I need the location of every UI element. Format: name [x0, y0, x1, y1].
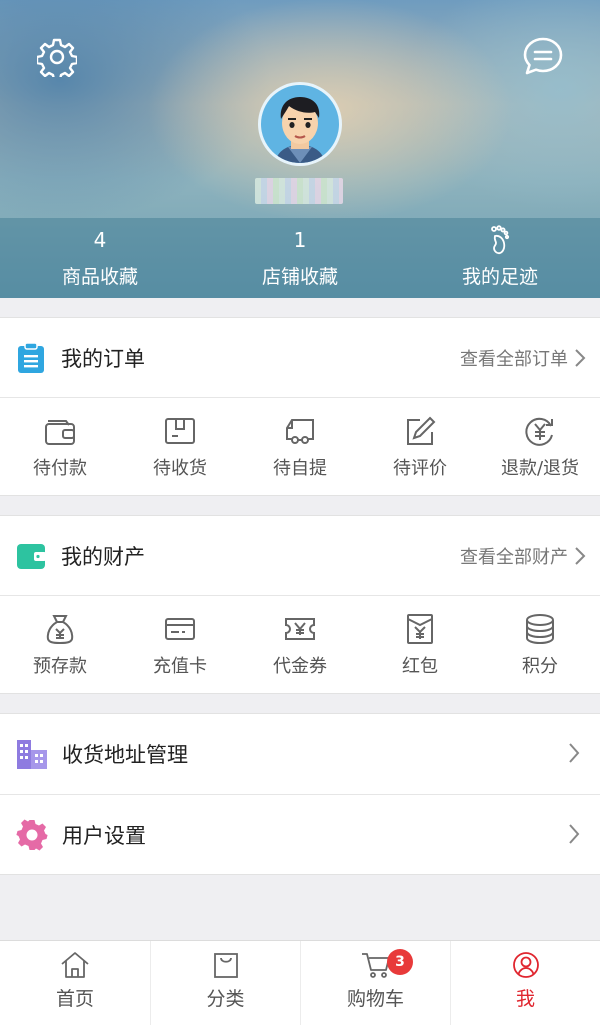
- asset-prepaid[interactable]: 预存款: [0, 596, 120, 694]
- order-item-label: 待付款: [33, 458, 87, 479]
- bag-icon: [211, 950, 241, 980]
- orders-header[interactable]: 我的订单 查看全部订单: [0, 318, 600, 398]
- chevron-right-icon: [575, 349, 586, 367]
- assets-title: 我的财产: [61, 544, 145, 569]
- tab-me-label: 我: [515, 988, 535, 1010]
- chevron-right-icon: [575, 547, 586, 565]
- user-settings-label: 用户设置: [62, 824, 146, 848]
- asset-item-label: 充值卡: [153, 656, 207, 677]
- assets-section: 我的财产 查看全部财产 预存款 充值卡 代金券 红包 积分: [0, 515, 600, 694]
- chevron-right-icon: [569, 824, 580, 844]
- order-pending-receipt[interactable]: 待收货: [120, 398, 240, 496]
- stat-shop-favorites[interactable]: 1 店铺收藏: [200, 226, 400, 289]
- red-envelope-icon: [403, 612, 437, 646]
- asset-points[interactable]: 积分: [480, 596, 600, 694]
- tab-home-label: 首页: [55, 988, 94, 1010]
- asset-item-label: 红包: [402, 656, 438, 677]
- package-icon: [163, 414, 197, 448]
- assets-header[interactable]: 我的财产 查看全部财产: [0, 516, 600, 596]
- home-icon: [60, 950, 90, 980]
- address-management-label: 收货地址管理: [62, 743, 188, 767]
- asset-item-label: 代金券: [273, 656, 327, 677]
- wallet-icon: [43, 414, 77, 448]
- order-item-label: 待评价: [393, 458, 447, 479]
- order-pending-payment[interactable]: 待付款: [0, 398, 120, 496]
- assets-grid: 预存款 充值卡 代金券 红包 积分: [0, 596, 600, 694]
- asset-red-envelope[interactable]: 红包: [360, 596, 480, 694]
- edit-icon: [403, 414, 437, 448]
- refund-icon: [523, 414, 557, 448]
- stat-goods-favorites[interactable]: 4 商品收藏: [0, 226, 200, 289]
- tab-category-label: 分类: [206, 988, 245, 1010]
- goods-favorites-count: 4: [93, 228, 107, 252]
- links-section: 收货地址管理 用户设置: [0, 713, 600, 875]
- view-all-orders-label: 查看全部订单: [460, 349, 568, 370]
- wallet-icon: [16, 541, 46, 571]
- tab-category[interactable]: 分类: [150, 941, 300, 1025]
- gear-icon: [16, 819, 48, 851]
- order-refund[interactable]: 退款/退货: [480, 398, 600, 496]
- orders-section: 我的订单 查看全部订单 待付款 待收货 待自提 待评价 退款/退货: [0, 317, 600, 496]
- truck-icon: [283, 414, 317, 448]
- building-icon: [16, 738, 48, 770]
- avatar[interactable]: [258, 82, 342, 166]
- settings-gear-icon[interactable]: [35, 35, 79, 79]
- shop-favorites-count: 1: [293, 228, 307, 252]
- user-settings-row[interactable]: 用户设置: [0, 794, 600, 875]
- asset-recharge-card[interactable]: 充值卡: [120, 596, 240, 694]
- view-all-assets-label: 查看全部财产: [460, 547, 568, 568]
- address-management-row[interactable]: 收货地址管理: [0, 714, 600, 794]
- footprint-icon: [400, 225, 600, 255]
- view-all-orders-link[interactable]: 查看全部订单: [460, 318, 586, 398]
- orders-grid: 待付款 待收货 待自提 待评价 退款/退货: [0, 398, 600, 496]
- clipboard-icon: [16, 342, 46, 373]
- tab-cart[interactable]: 购物车 3: [300, 941, 450, 1025]
- money-bag-icon: [43, 612, 77, 646]
- order-item-label: 退款/退货: [500, 458, 580, 479]
- order-item-label: 待收货: [153, 458, 207, 479]
- coins-icon: [523, 612, 557, 646]
- tab-me[interactable]: 我: [450, 941, 600, 1025]
- coupon-icon: [283, 612, 317, 646]
- stat-footprints[interactable]: 我的足迹: [400, 225, 600, 289]
- tab-home[interactable]: 首页: [0, 941, 150, 1025]
- cart-count-badge: 3: [387, 949, 413, 975]
- cart-icon: [361, 950, 391, 980]
- order-item-label: 待自提: [273, 458, 327, 479]
- order-pending-pickup[interactable]: 待自提: [240, 398, 360, 496]
- asset-item-label: 积分: [522, 656, 558, 677]
- card-icon: [163, 612, 197, 646]
- tab-cart-label: 购物车: [346, 988, 404, 1010]
- message-icon[interactable]: [521, 35, 565, 79]
- asset-voucher[interactable]: 代金券: [240, 596, 360, 694]
- username-blurred: [255, 178, 343, 204]
- chevron-right-icon: [569, 743, 580, 763]
- shop-favorites-label: 店铺收藏: [261, 266, 338, 288]
- bottom-tab-bar: 首页 分类 购物车 3 我: [0, 940, 600, 1025]
- orders-title: 我的订单: [61, 346, 145, 371]
- goods-favorites-label: 商品收藏: [61, 266, 138, 288]
- asset-item-label: 预存款: [33, 656, 87, 677]
- footprints-label: 我的足迹: [461, 266, 538, 288]
- order-pending-review[interactable]: 待评价: [360, 398, 480, 496]
- user-icon: [511, 950, 541, 980]
- view-all-assets-link[interactable]: 查看全部财产: [460, 516, 586, 596]
- profile-header: 4 商品收藏 1 店铺收藏 我的足迹: [0, 0, 600, 298]
